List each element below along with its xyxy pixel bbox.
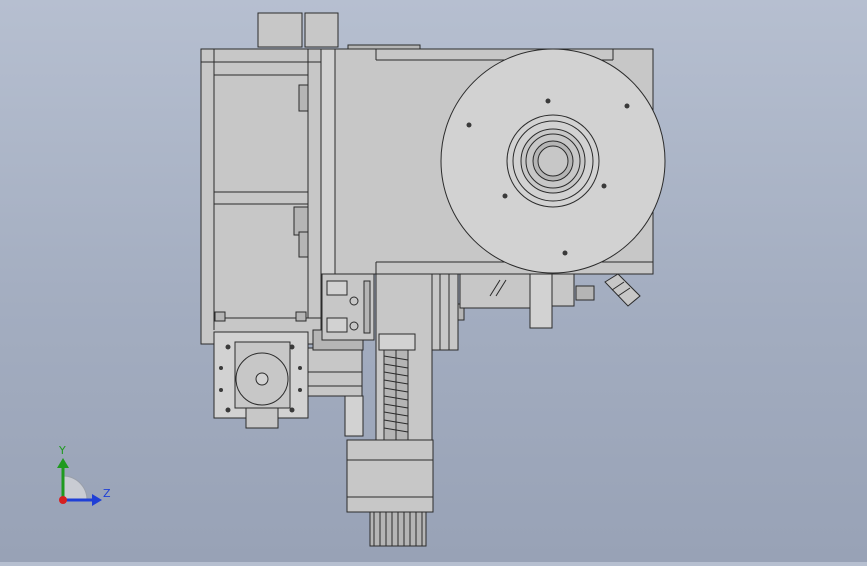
stepper-motor-left[interactable] [213, 331, 309, 429]
cable-gland[interactable] [604, 273, 641, 307]
z-axis-label: Z [103, 487, 111, 500]
linear-guide-module[interactable] [321, 273, 375, 341]
coupling-bracket[interactable] [307, 329, 364, 437]
rotary-turntable[interactable] [440, 48, 666, 274]
left-frame-housing[interactable] [200, 48, 336, 345]
assembly-drawing: .p { fill: #c7c7c7; stroke: #2b2b2b; str… [57, 12, 666, 547]
axis-triad [57, 458, 102, 506]
top-connector-blocks[interactable] [257, 12, 421, 52]
stepper-motor-bottom[interactable] [346, 439, 434, 513]
cad-viewport[interactable]: .p { fill: #c7c7c7; stroke: #2b2b2b; str… [0, 0, 867, 562]
timing-pulley[interactable] [369, 511, 427, 547]
drive-pulley[interactable] [431, 273, 465, 351]
sensor-bracket[interactable] [459, 273, 595, 329]
ball-screw-column[interactable] [375, 273, 433, 441]
y-axis-label: Y [58, 444, 66, 457]
